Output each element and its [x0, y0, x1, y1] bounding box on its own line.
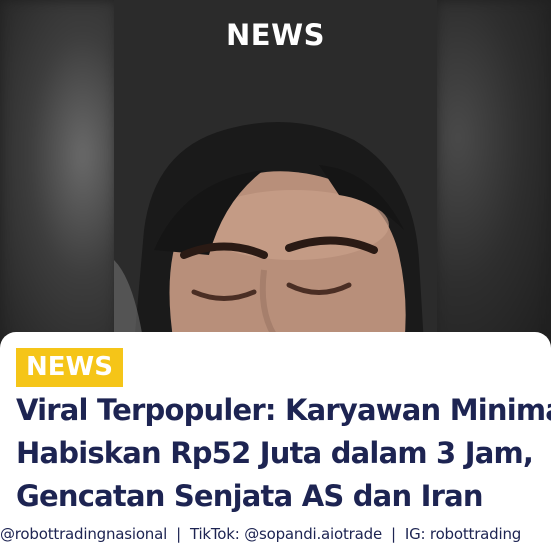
video-frame: NEWS: [0, 0, 551, 345]
headline-line-1: Viral Terpopuler: Karyawan Minimal: [16, 393, 551, 427]
headline-line-3: Gencatan Senjata AS dan Iran: [16, 479, 484, 513]
separator: |: [391, 525, 396, 543]
video-overlay-title: NEWS: [226, 18, 325, 52]
news-tag: NEWS: [16, 348, 123, 387]
tiktok-handle[interactable]: TikTok: @sopandi.aiotrade: [190, 525, 382, 543]
instagram-handle[interactable]: @robottradingnasional: [0, 525, 167, 543]
headline-line-2: Habiskan Rp52 Juta dalam 3 Jam,: [16, 436, 534, 470]
news-card[interactable]: NEWS Viral Terpopuler: Karyawan Minimal …: [0, 332, 551, 551]
social-footer: @robottradingnasional | TikTok: @sopandi.a…: [0, 519, 551, 549]
ig-handle[interactable]: IG: robottrading: [405, 525, 521, 543]
headline[interactable]: Viral Terpopuler: Karyawan Minimal Habis…: [16, 389, 551, 518]
separator: |: [176, 525, 181, 543]
